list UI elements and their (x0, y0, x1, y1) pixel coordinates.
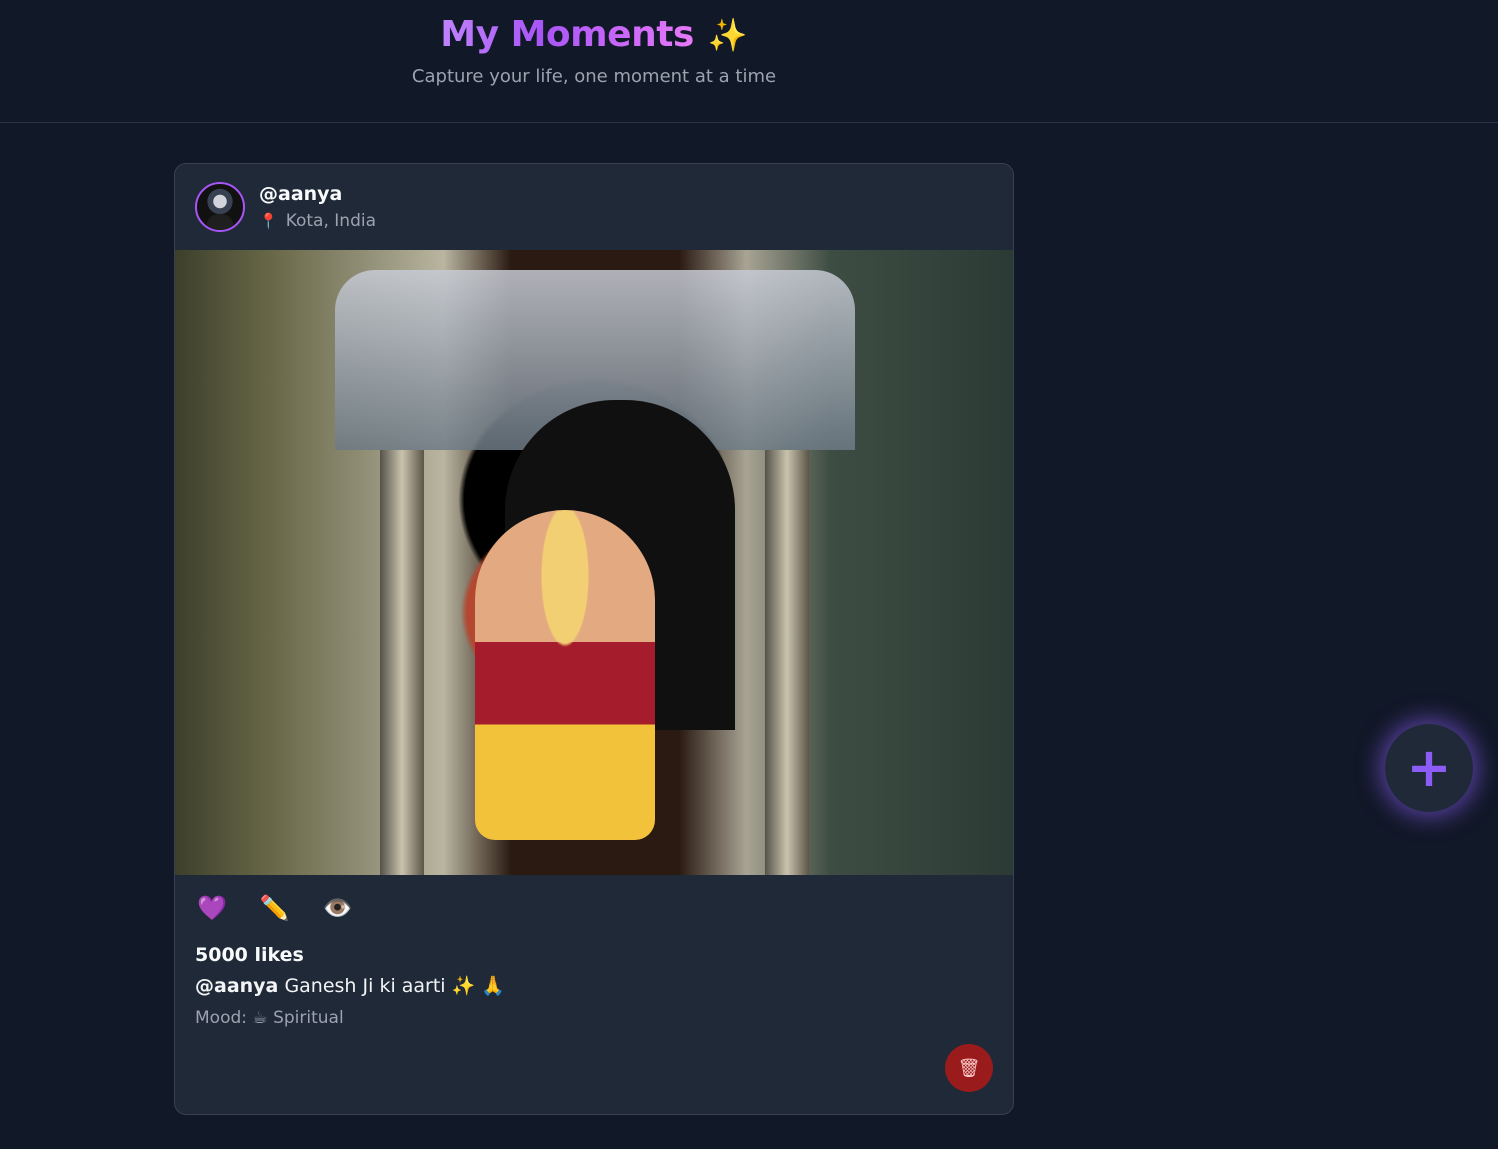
post-location: 📍 Kota, India (259, 211, 376, 231)
photo-pillar (380, 450, 424, 875)
add-moment-button[interactable]: + (1385, 724, 1473, 812)
eye-icon[interactable]: 👁️ (323, 894, 353, 922)
post-actions: 💜 ✏️ 👁️ (197, 894, 353, 922)
post-header: @aanya 📍 Kota, India (195, 182, 376, 232)
mood-label: Mood: (195, 1008, 247, 1028)
post-caption: @aanya Ganesh Ji ki aarti ✨ 🙏 (195, 974, 505, 997)
plus-icon: + (1406, 736, 1452, 799)
post-mood: Mood: ☕ Spiritual (195, 1008, 344, 1028)
moment-card: @aanya 📍 Kota, India 💜 ✏️ 👁️ 5000 likes … (174, 163, 1014, 1115)
avatar[interactable] (195, 182, 245, 232)
sparkles-icon: ✨ (707, 15, 748, 54)
photo-idol (475, 510, 655, 840)
delete-button[interactable]: 🗑 (945, 1044, 993, 1092)
post-user-info: @aanya 📍 Kota, India (259, 183, 376, 231)
likes-count: 5000 likes (195, 944, 304, 966)
heart-icon[interactable]: 💜 (197, 894, 227, 922)
post-username[interactable]: @aanya (259, 183, 376, 205)
app-header: My Moments ✨ Capture your life, one mome… (0, 0, 1498, 123)
caption-text: Ganesh Ji ki aarti ✨ 🙏 (284, 975, 505, 997)
mood-icon: ☕ (252, 1008, 268, 1028)
trash-icon: 🗑 (957, 1057, 981, 1079)
title-row: My Moments ✨ (0, 14, 1188, 55)
location-text: Kota, India (285, 211, 376, 231)
mood-value: Spiritual (273, 1008, 344, 1028)
page-subtitle: Capture your life, one moment at a time (411, 66, 777, 87)
post-photo[interactable] (175, 250, 1013, 875)
caption-username[interactable]: @aanya (195, 975, 278, 997)
page-title: My Moments (440, 14, 694, 55)
pin-icon: 📍 (259, 212, 278, 230)
photo-pillar (765, 450, 809, 875)
pencil-icon[interactable]: ✏️ (260, 894, 290, 922)
